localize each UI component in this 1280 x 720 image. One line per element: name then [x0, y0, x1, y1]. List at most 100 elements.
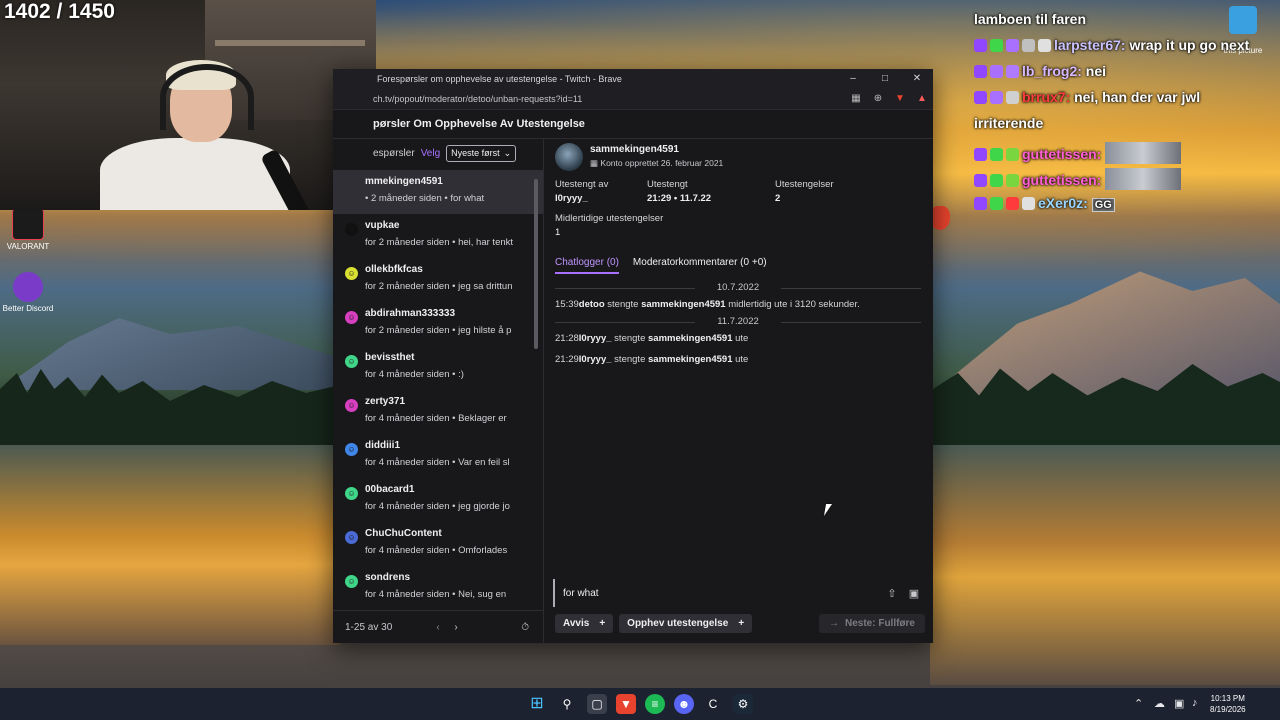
address-bar[interactable]: ch.tv/popout/moderator/detoo/unban-reque… [333, 88, 933, 110]
notes-icon[interactable]: ▣ [903, 587, 925, 600]
tab-chatlogs[interactable]: Chatlogger (0) [555, 257, 619, 274]
log-actor[interactable]: l0ryyy_ [579, 354, 612, 365]
list-item-meta: for 4 måneder siden • jeg gjorde jo [365, 501, 510, 512]
picture-icon[interactable] [1229, 6, 1257, 34]
windows-start-icon[interactable]: ⊞ [527, 694, 547, 714]
user-avatar-icon: ☺ [345, 267, 358, 280]
desktop-icon-label: VALORANT [6, 242, 50, 251]
log-actor[interactable]: detoo [579, 299, 605, 310]
list-item[interactable]: ☺ vupkae for 2 måneder siden • hei, har te… [333, 214, 543, 258]
maximize-icon[interactable]: □ [869, 73, 901, 84]
user-avatar-icon: ☺ [345, 311, 358, 324]
list-item-meta: • 2 måneder siden • for what [365, 193, 485, 204]
log-rest: ute [732, 333, 749, 344]
list-item[interactable]: ☺ ChuChuContent for 4 måneder siden • Omfo… [333, 522, 543, 566]
volume-icon[interactable]: ♪ [1192, 697, 1198, 709]
chat-username[interactable]: guttetissen: [1022, 146, 1101, 162]
ccleaner-icon[interactable]: C [703, 694, 723, 714]
chat-username[interactable]: lb_frog2: [1022, 63, 1082, 79]
log-target[interactable]: sammekingen4591 [648, 354, 733, 365]
prime-badge-icon [990, 91, 1003, 104]
chat-text: lamboen til faren [974, 11, 1087, 27]
spotify-icon[interactable]: ≡ [645, 694, 665, 714]
betterdiscord-icon [13, 272, 43, 302]
discord-icon[interactable]: ☻ [674, 694, 694, 714]
list-item-username: abdirahman333333 [365, 308, 456, 319]
list-item-username: zerty371 [365, 396, 406, 407]
list-item-meta: for 2 måneder siden • hei, har tenkt [365, 237, 514, 248]
list-scrollbar[interactable] [534, 179, 538, 349]
taskbar: ⊞ ⚲ ▢ ▼ ≡ ☻ C ⚙ ⌃ ☁ ▣ ♪ 10:13 PM 8/19/20… [0, 688, 1280, 720]
list-item[interactable]: ☺ bevissthet for 4 måneder siden • :) [333, 346, 543, 390]
sort-dropdown[interactable]: Nyeste først ⌄ [446, 144, 517, 162]
account-created-text: Konto opprettet 26. februar 2021 [600, 158, 724, 168]
deny-button[interactable]: Avvis + [555, 613, 614, 633]
search-icon[interactable]: ⚲ [557, 694, 577, 714]
file-explorer-icon[interactable]: ▢ [587, 694, 607, 714]
bits-badge-icon [1022, 39, 1035, 52]
log-line: 15:39detoo stengte sammekingen4591 midle… [555, 299, 860, 310]
chat-username[interactable]: guttetissen: [1022, 172, 1101, 188]
brave-browser-icon[interactable]: ▼ [616, 694, 636, 714]
tab-moderator-comments[interactable]: Moderatorkommentarer (0 +0) [633, 257, 767, 274]
close-icon[interactable]: ✕ [901, 73, 933, 84]
next-page-icon[interactable]: › [447, 622, 465, 633]
detail-username[interactable]: sammekingen4591 [590, 144, 679, 155]
brave-desktop-icon[interactable] [930, 206, 950, 230]
chat-username[interactable]: eXer0z: [1038, 195, 1088, 211]
list-item-username: 00bacard1 [365, 484, 415, 495]
url-text[interactable]: ch.tv/popout/moderator/detoo/unban-reque… [333, 94, 845, 104]
log-target[interactable]: sammekingen4591 [648, 333, 733, 344]
list-item-username: ChuChuContent [365, 528, 442, 539]
chat-username[interactable]: brrux7: [1022, 89, 1070, 105]
prev-page-icon[interactable]: ‹ [429, 622, 447, 633]
user-avatar-icon: ☺ [345, 355, 358, 368]
list-item-meta: for 4 måneder siden • :) [365, 369, 464, 380]
unban-button[interactable]: Opphev utestengelse + [619, 613, 753, 633]
desktop-icon-betterdiscord[interactable]: Better Discord [0, 272, 56, 313]
translate-icon[interactable]: ▦ [845, 93, 867, 104]
chat-message: lamboen til faren [974, 11, 1086, 27]
minimize-icon[interactable]: – [837, 73, 869, 84]
irl-badge-icon [1006, 174, 1019, 187]
list-item[interactable]: ☺ 00bacard1 for 4 måneder siden • jeg gjor… [333, 478, 543, 522]
reply-input-value[interactable]: for what [555, 588, 881, 599]
action-bar: Avvis + Opphev utestengelse + → Neste: F… [555, 611, 925, 635]
wallpaper-lake-right [930, 445, 1280, 685]
prime-badge-icon [1006, 39, 1019, 52]
next-button-label: Neste: Fullføre [844, 617, 915, 629]
share-icon[interactable]: ⇧ [881, 587, 903, 600]
list-item[interactable]: ☺ sondrens for 4 måneder siden • Nei, sug … [333, 566, 543, 610]
list-item[interactable]: ☺ ollekbfkfcas for 2 måneder siden • jeg s… [333, 258, 543, 302]
timer-icon[interactable]: ⏱ [521, 622, 529, 633]
list-item-username: diddiii1 [365, 440, 400, 451]
zoom-icon[interactable]: ⊕ [867, 93, 889, 104]
log-target[interactable]: sammekingen4591 [641, 299, 726, 310]
list-item-username: ollekbfkfcas [365, 264, 423, 275]
network-icon[interactable]: ▣ [1174, 697, 1184, 710]
log-verb: stengte [611, 333, 648, 344]
mod-badge-icon [990, 197, 1003, 210]
brave-rewards-icon[interactable]: ▲ [911, 93, 933, 104]
stat-value: 2 [775, 193, 781, 204]
list-item[interactable]: ☺ abdirahman333333 for 2 måneder siden • j… [333, 302, 543, 346]
onedrive-icon[interactable]: ☁ [1154, 697, 1165, 710]
select-link[interactable]: Velg [421, 148, 440, 159]
next-button[interactable]: → Neste: Fullføre [818, 613, 925, 633]
brave-shield-icon[interactable]: ▼ [889, 93, 911, 104]
chat-username[interactable]: larpster67: [1054, 37, 1126, 53]
log-actor[interactable]: l0ryyy_ [579, 333, 612, 344]
taskbar-clock[interactable]: 10:13 PM 8/19/2026 [1210, 693, 1246, 715]
emote-image [1105, 168, 1182, 190]
plus-icon: + [599, 617, 606, 629]
reply-input[interactable]: for what ⇧ ▣ [553, 579, 925, 607]
list-item[interactable]: ☺ diddiii1 for 4 måneder siden • Var en fe… [333, 434, 543, 478]
chat-message: guttetissen: [974, 168, 1182, 190]
chat-message: irriterende [974, 115, 1043, 131]
sub-badge-icon [974, 148, 987, 161]
list-item[interactable]: ☺ zerty371 for 4 måneder siden • Beklager … [333, 390, 543, 434]
tray-chevron-up-icon[interactable]: ⌃ [1134, 697, 1143, 710]
list-item[interactable]: ☺mmekingen4591• 2 måneder siden • for wh… [333, 170, 543, 214]
steam-icon[interactable]: ⚙ [733, 694, 753, 714]
desktop-icon-valorant[interactable]: VALORANT [0, 208, 56, 251]
